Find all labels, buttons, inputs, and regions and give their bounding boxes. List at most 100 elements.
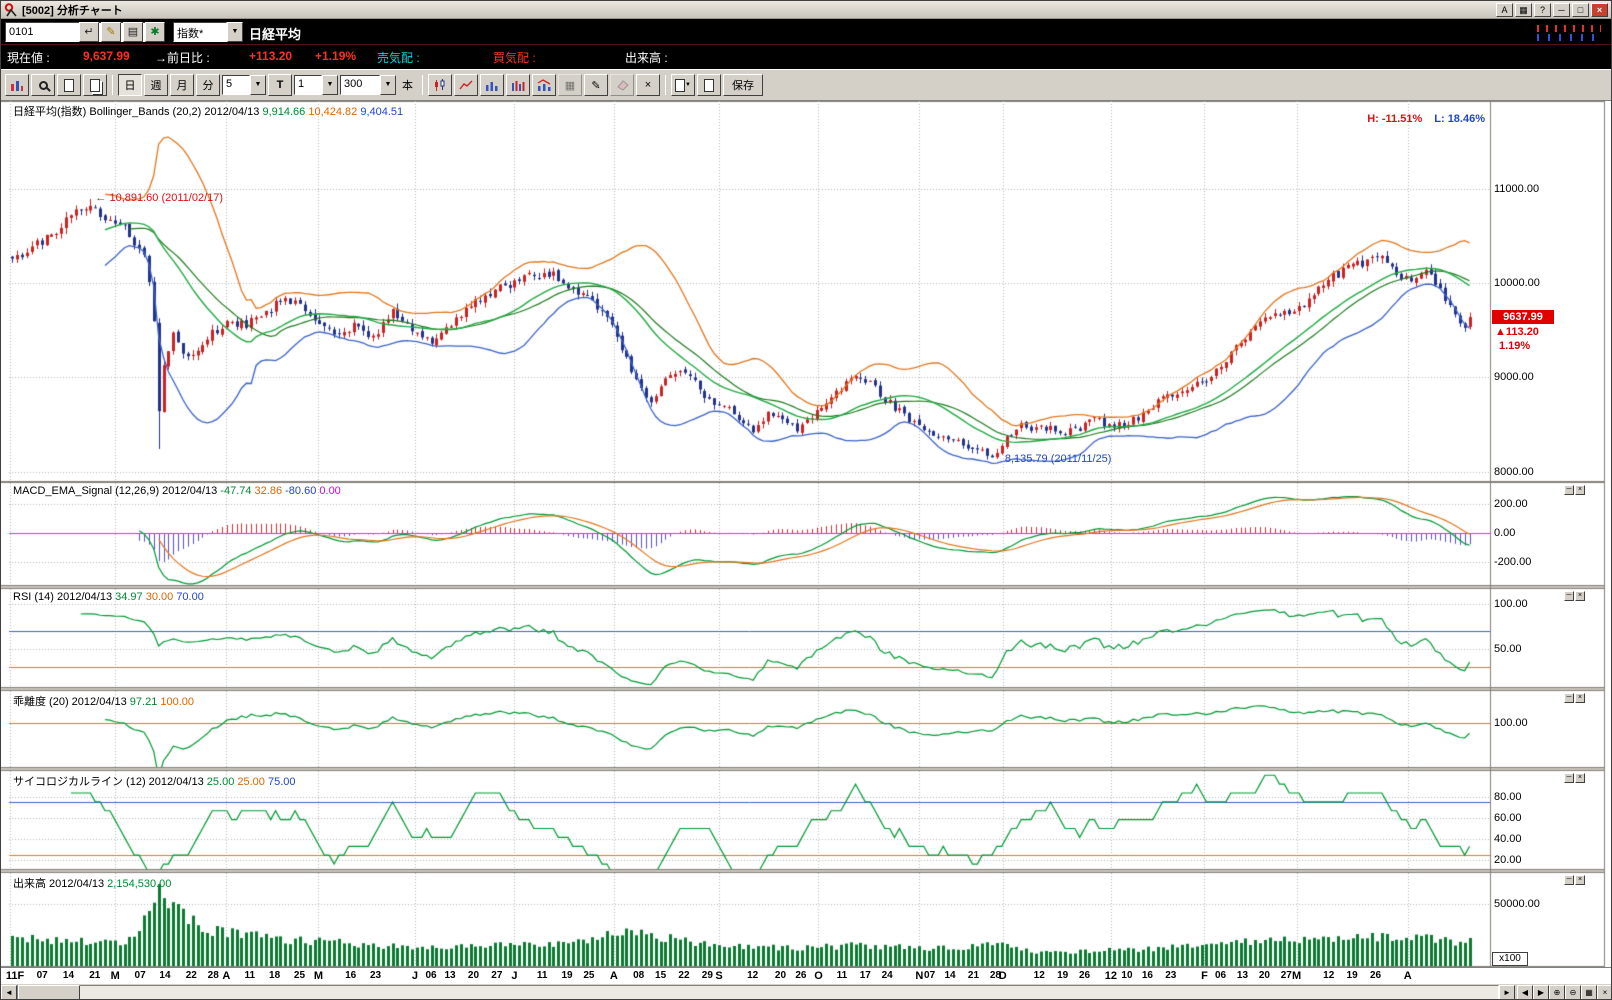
scrollbar-track[interactable]	[17, 985, 1499, 1000]
symbol-toolbar: ▼ ↵ ✎ ▤ ✱ 指数* ▼ 日経平均	[1, 21, 1611, 45]
index-type-select[interactable]: 指数* ▼	[173, 22, 243, 42]
minimize-button[interactable]: ─	[1553, 3, 1570, 17]
pages-icon	[90, 79, 100, 92]
x-axis-tick: 11F	[6, 970, 24, 982]
tick-button[interactable]: T	[268, 74, 292, 96]
chart-canvas[interactable]	[1, 101, 1612, 967]
zoom-in-button[interactable]: ⊕	[1549, 985, 1565, 1000]
x-axis-tick: O	[814, 970, 823, 982]
x-axis-tick: 19	[561, 970, 572, 981]
select-dropdown-icon[interactable]: ▼	[380, 75, 396, 95]
x-axis-tick: M	[314, 970, 323, 982]
page-back-button[interactable]: ◀	[1517, 985, 1533, 1000]
panel-minimize-button[interactable]: ─	[1564, 773, 1574, 783]
scroll-left-button[interactable]: ◄	[1, 985, 17, 1000]
panel-minimize-button[interactable]: ─	[1564, 591, 1574, 601]
bar-count-select[interactable]: 300 ▼	[340, 75, 396, 95]
panel-close-button[interactable]: ×	[1575, 693, 1585, 703]
chart-type-candle-button[interactable]	[428, 74, 452, 96]
mini-quote-marks	[1537, 25, 1601, 32]
x-axis-tick: A	[610, 970, 618, 982]
mini-quote-marks-2	[1537, 34, 1601, 41]
chart-toolbar: 日 週 月 分 5 ▼ T 1 ▼ 300 ▼ 本	[1, 69, 1611, 101]
line-chart-icon	[459, 79, 473, 92]
chart-type-line-button[interactable]	[454, 74, 478, 96]
indicator-settings-button[interactable]	[5, 74, 29, 96]
panel-minimize-button[interactable]: ─	[1564, 485, 1574, 495]
board-window-button[interactable]: ▦	[1515, 3, 1532, 17]
help-button[interactable]: ?	[1534, 3, 1551, 17]
chart-type-histogram-button[interactable]	[506, 74, 530, 96]
x-axis-tick: 07	[135, 970, 146, 981]
x-axis-tick: 23	[370, 970, 381, 981]
select-dropdown-icon[interactable]: ▼	[322, 75, 338, 95]
x-axis-tick: 16	[345, 970, 356, 981]
select-dropdown-icon[interactable]: ▼	[250, 75, 266, 95]
scrollbar-thumb[interactable]	[18, 985, 80, 1000]
pencil-icon: ✎	[591, 79, 600, 92]
close-button[interactable]: ×	[1591, 3, 1608, 17]
x-axis-tick: A	[1404, 970, 1412, 982]
change-value: +113.20	[249, 49, 292, 63]
x-axis-tick: 24	[882, 970, 893, 981]
save-button[interactable]: 保存	[723, 74, 763, 96]
x-axis-tick: 26	[795, 970, 806, 981]
panel-close-button[interactable]: ×	[1575, 591, 1585, 601]
scroll-right-button[interactable]: ►	[1499, 985, 1515, 1000]
minute-interval-value: 5	[222, 75, 250, 95]
grid-toggle-button[interactable]: ▦	[558, 74, 582, 96]
new-page-button[interactable]	[83, 74, 107, 96]
draw-eraser-button[interactable]	[610, 74, 634, 96]
x-axis-tick: 07	[37, 970, 48, 981]
panel-minimize-button[interactable]: ─	[1564, 875, 1574, 885]
bar-count-value: 300	[340, 75, 380, 95]
panel-minimize-button[interactable]: ─	[1564, 693, 1574, 703]
x-axis-tick: 19	[1057, 970, 1068, 981]
draw-pencil-button[interactable]: ✎	[584, 74, 608, 96]
toolbar-separator	[112, 75, 113, 95]
x-axis-tick: 29	[702, 970, 713, 981]
close-panel-button[interactable]: ×	[1597, 985, 1612, 1000]
grid-layout-button[interactable]: ▦	[1581, 985, 1597, 1000]
memo-button[interactable]: ✎	[101, 22, 121, 42]
x-axis-tick: 25	[583, 970, 594, 981]
zoom-button[interactable]	[31, 74, 55, 96]
layout-select-button[interactable]: ▼	[671, 74, 695, 96]
x-axis-tick: 28	[208, 970, 219, 981]
delete-drawing-button[interactable]: ×	[636, 74, 660, 96]
x-axis-tick: 07	[924, 970, 935, 981]
copy-page-button[interactable]	[57, 74, 81, 96]
toolbar-separator	[665, 75, 666, 95]
zoom-out-button[interactable]: ⊖	[1565, 985, 1581, 1000]
period-week-button[interactable]: 週	[144, 74, 168, 96]
chart-type-combo-button[interactable]	[532, 74, 556, 96]
x-axis-tick: 23	[1165, 970, 1176, 981]
font-size-button[interactable]: A	[1496, 3, 1513, 17]
panel-close-button[interactable]: ×	[1575, 773, 1585, 783]
chart-type-bar-button[interactable]	[480, 74, 504, 96]
change-percent-value: +1.19%	[315, 49, 356, 63]
x-axis-tick: 22	[186, 970, 197, 981]
x-axis-tick: 16	[1142, 970, 1153, 981]
titlebar: [5002] 分析チャート A ▦ ? ─ □ ×	[1, 1, 1611, 19]
select-dropdown-icon[interactable]: ▼	[227, 22, 243, 42]
period-month-button[interactable]: 月	[170, 74, 194, 96]
minute-interval-select[interactable]: 5 ▼	[222, 75, 266, 95]
back-button[interactable]: ↵	[79, 22, 99, 42]
x-axis-tick: 25	[294, 970, 305, 981]
page-forward-button[interactable]: ▶	[1533, 985, 1549, 1000]
open-page-button[interactable]	[697, 74, 721, 96]
symbol-code-combo[interactable]: ▼	[5, 22, 73, 42]
maximize-button[interactable]: □	[1572, 3, 1589, 17]
period-day-button[interactable]: 日	[118, 74, 142, 96]
x-axis-tick: 12	[1034, 970, 1045, 981]
unit-select[interactable]: 1 ▼	[294, 75, 338, 95]
period-minute-button[interactable]: 分	[196, 74, 220, 96]
x-axis-tick: 20	[775, 970, 786, 981]
panel-close-button[interactable]: ×	[1575, 875, 1585, 885]
horizontal-scrollbar: ◄ ► ◀ ▶ ⊕ ⊖ ▦ ×	[1, 983, 1612, 1000]
favorite-button[interactable]: ✱	[145, 22, 165, 42]
board-list-button[interactable]: ▤	[123, 22, 143, 42]
panel-close-button[interactable]: ×	[1575, 485, 1585, 495]
x-axis-tick: 14	[945, 970, 956, 981]
